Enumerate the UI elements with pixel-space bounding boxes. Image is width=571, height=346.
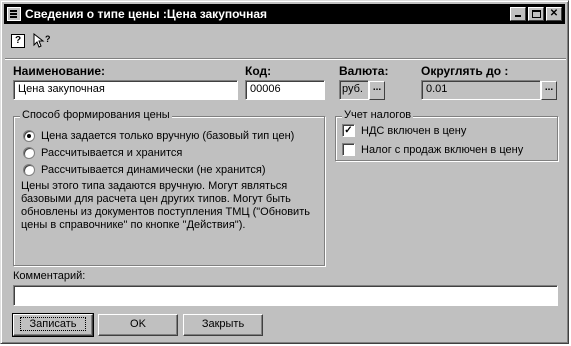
maximize-button[interactable] — [528, 7, 544, 21]
code-label: Код: — [245, 64, 272, 78]
toolbar-separator — [5, 58, 566, 60]
description-line: базовыми для расчета цен других типов. М… — [21, 193, 291, 205]
radio-manual-only[interactable]: Цена задается только вручную (базовый ти… — [23, 130, 294, 142]
vat-included-checkbox[interactable]: ✓ — [342, 124, 355, 137]
radio-label: Рассчитывается динамически (не хранится) — [41, 164, 266, 176]
code-input[interactable]: 00006 — [245, 80, 325, 100]
ok-button[interactable]: OK — [98, 314, 178, 336]
currency-input[interactable]: руб. — [339, 80, 369, 100]
round-label: Округлять до : — [421, 64, 509, 78]
comment-input[interactable] — [13, 285, 558, 306]
radio-label: Рассчитывается и хранится — [41, 147, 183, 159]
maximize-icon — [532, 10, 541, 18]
vat-included-checkbox-row[interactable]: ✓ НДС включен в цену — [342, 124, 466, 137]
save-button-label: Записать — [20, 317, 86, 331]
close-icon: ✕ — [549, 8, 559, 19]
window-menu-icon[interactable] — [7, 7, 21, 21]
close-window-button[interactable]: ✕ — [546, 7, 562, 21]
save-button[interactable]: Записать — [12, 313, 94, 337]
description-line: обновлены из документов поступления ТМЦ … — [21, 206, 310, 218]
name-input[interactable]: Цена закупочная — [13, 80, 238, 100]
round-select-button[interactable]: ... — [541, 81, 557, 100]
pricing-method-title: Способ формирования цены — [20, 109, 172, 121]
dialog-window: Сведения о типе цены :Цена закупочная ✕ … — [0, 0, 569, 344]
currency-label: Валюта: — [339, 64, 389, 78]
radio-calculated-stored[interactable]: Рассчитывается и хранится — [23, 147, 182, 159]
comment-label: Комментарий: — [13, 270, 86, 282]
radio-button[interactable] — [23, 147, 35, 159]
tax-accounting-title: Учет налогов — [342, 109, 414, 121]
minimize-button[interactable] — [510, 7, 526, 21]
svg-text:?: ? — [45, 34, 51, 44]
description-line: цены в справочнике" по кнопке "Действия"… — [21, 219, 246, 231]
help-icon[interactable]: ? — [11, 34, 25, 48]
whats-this-icon[interactable]: ? — [33, 32, 53, 49]
window-title: Сведения о типе цены :Цена закупочная — [25, 7, 268, 21]
sales-tax-checkbox[interactable] — [342, 143, 355, 156]
currency-select-button[interactable]: ... — [369, 81, 385, 100]
radio-label: Цена задается только вручную (базовый ти… — [41, 130, 295, 142]
radio-button[interactable] — [23, 164, 35, 176]
radio-button[interactable] — [23, 130, 35, 142]
name-label: Наименование: — [13, 64, 106, 78]
toolbar: ? ? — [11, 31, 53, 51]
pricing-description: Цены этого типа задаются вручную. Могут … — [21, 180, 316, 232]
minimize-icon — [515, 15, 521, 17]
round-input[interactable]: 0.01 — [421, 80, 541, 100]
description-line: Цены этого типа задаются вручную. Могут … — [21, 180, 288, 192]
vat-included-label: НДС включен в цену — [361, 124, 467, 137]
sales-tax-checkbox-row[interactable]: Налог с продаж включен в цену — [342, 143, 523, 156]
title-bar: Сведения о типе цены :Цена закупочная ✕ — [4, 4, 565, 24]
sales-tax-label: Налог с продаж включен в цену — [361, 143, 524, 156]
radio-calculated-dynamic[interactable]: Рассчитывается динамически (не хранится) — [23, 164, 266, 176]
close-button[interactable]: Закрыть — [183, 314, 263, 336]
